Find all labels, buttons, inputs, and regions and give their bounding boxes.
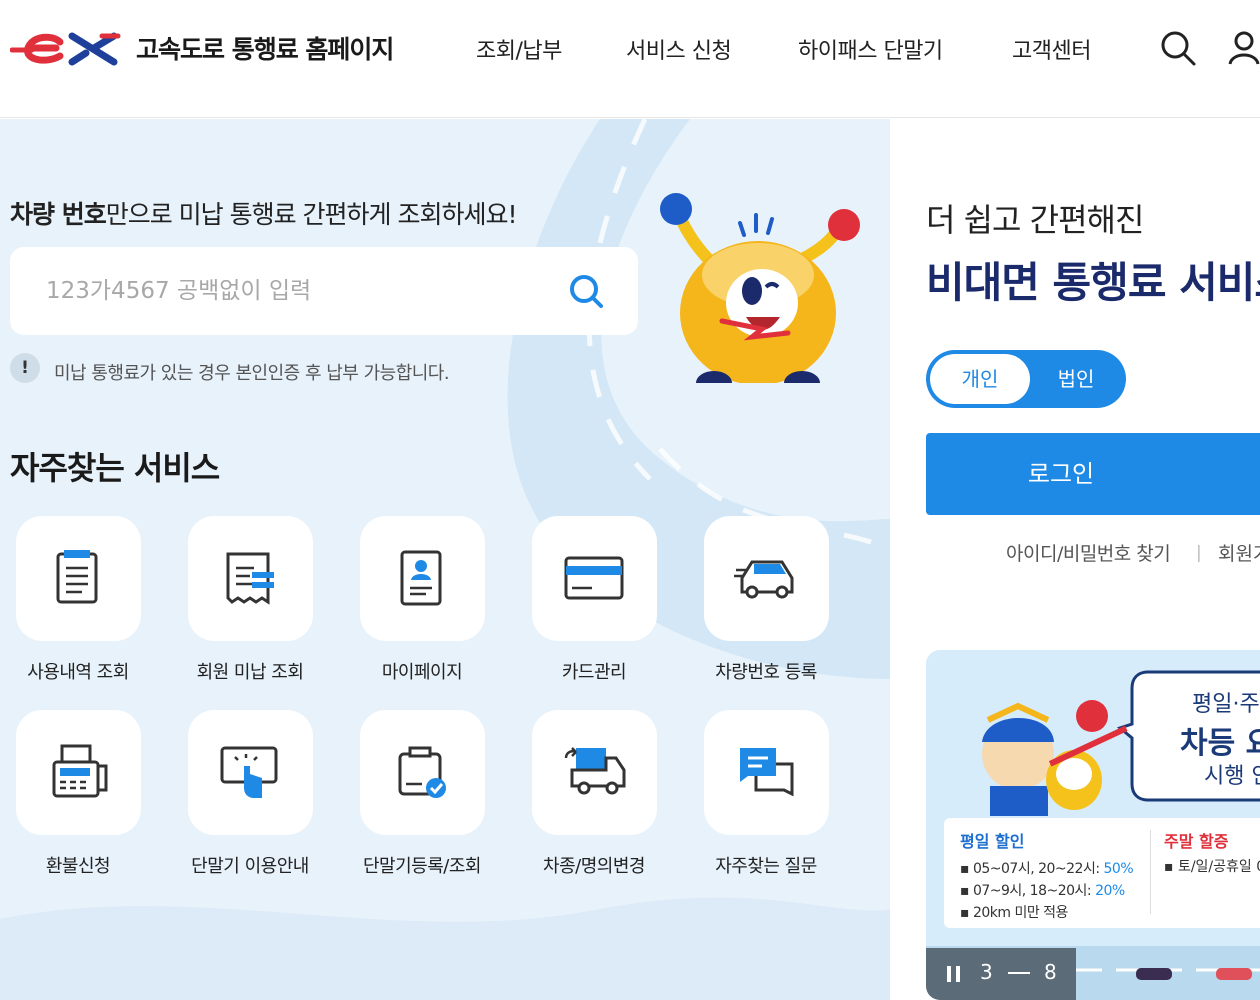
mascot-illustration	[660, 193, 860, 383]
login-subtitle: 더 쉽고 간편해진	[926, 201, 1144, 239]
weekday-line1: ▪ 05~07시, 20~22시: 50%	[960, 861, 1134, 877]
service-tile[interactable]	[360, 710, 485, 835]
service-mypage[interactable]: 마이페이지	[344, 516, 504, 706]
plate-number-input[interactable]	[46, 273, 546, 309]
banner-discount-card: 평일 할인 ▪ 05~07시, 20~22시: 50% ▪ 07~9시, 18~…	[944, 818, 1260, 928]
toggle-personal[interactable]: 개인	[930, 354, 1030, 404]
service-label: 단말기등록/조회	[363, 856, 481, 877]
service-tile[interactable]	[532, 710, 657, 835]
login-panel: 더 쉽고 간편해진 비대면 통행료 서비스 개인 법인 로그인 아이디/비밀번호…	[890, 119, 1260, 1000]
weekend-line1-text: 토/일/공휴일 0	[1177, 859, 1260, 875]
touch-screen-icon	[220, 746, 278, 798]
weekday-discount-title: 평일 할인	[960, 832, 1025, 851]
service-label: 환불신청	[45, 856, 111, 877]
notice-icon: !	[10, 353, 40, 383]
nav-customer-center[interactable]: 고객센터	[1012, 33, 1091, 65]
service-tile[interactable]	[16, 516, 141, 641]
service-card-management[interactable]: 카드관리	[516, 516, 676, 706]
service-label: 자주찾는 질문	[715, 856, 817, 877]
service-member-unpaid[interactable]: 회원 미납 조회	[172, 516, 332, 706]
chat-icon	[740, 748, 794, 797]
service-label: 단말기 이용안내	[191, 856, 309, 877]
ex-logo[interactable]	[10, 28, 122, 68]
service-label: 카드관리	[561, 662, 627, 683]
user-icon[interactable]	[1226, 28, 1260, 68]
fax-icon	[52, 744, 108, 798]
service-device-guide[interactable]: 단말기 이용안내	[172, 710, 332, 900]
banner-current-page: 3	[980, 960, 993, 984]
service-tile[interactable]	[704, 710, 829, 835]
service-refund[interactable]: 환불신청	[0, 710, 160, 900]
car-icon	[734, 560, 794, 599]
weekday-line3-text: 20km 미만 적용	[972, 905, 1068, 921]
search-title-bold: 차량 번호	[10, 200, 107, 229]
plate-search-box	[10, 247, 638, 335]
service-tile[interactable]	[188, 710, 313, 835]
banner-total-pages: 8	[1044, 960, 1057, 984]
service-usage-history[interactable]: 사용내역 조회	[0, 516, 160, 706]
card-icon	[564, 556, 624, 600]
banner-bubble-line1: 평일·주말	[1192, 692, 1260, 717]
service-tile[interactable]	[704, 516, 829, 641]
service-tile[interactable]	[188, 516, 313, 641]
weekday-line2-text: 07~9시, 18~20시:	[972, 883, 1096, 899]
weekday-line3: ▪ 20km 미만 적용	[960, 905, 1068, 921]
receipt-icon	[226, 552, 274, 605]
weekday-line2-value: 20%	[1095, 883, 1125, 899]
unpaid-search-panel: 차량 번호만으로 미납 통행료 간편하게 조회하세요! ! 미납 통행료가 있는…	[0, 119, 890, 1000]
device-check-icon	[398, 746, 446, 798]
site-title[interactable]: 고속도로 통행료 홈페이지	[136, 30, 394, 66]
service-label: 사용내역 조회	[27, 662, 129, 683]
service-label: 차량번호 등록	[715, 662, 817, 683]
nav-hipass-device[interactable]: 하이패스 단말기	[798, 33, 943, 65]
banner-bubble-line3: 시행 안내	[1204, 764, 1260, 789]
login-button-label: 로그인	[1027, 460, 1095, 488]
service-label: 마이페이지	[381, 662, 463, 683]
frequent-services-title: 자주찾는 서비스	[10, 449, 220, 487]
login-button[interactable]: 로그인	[926, 433, 1260, 515]
truck-icon	[564, 747, 626, 795]
service-label: 차종/명의변경	[543, 856, 645, 877]
service-vehicle-owner-change[interactable]: 차종/명의변경	[516, 710, 676, 900]
search-button-icon[interactable]	[566, 271, 606, 311]
service-faq[interactable]: 자주찾는 질문	[688, 710, 848, 900]
service-tile[interactable]	[532, 516, 657, 641]
nav-service-request[interactable]: 서비스 신청	[626, 33, 732, 65]
search-title: 차량 번호만으로 미납 통행료 간편하게 조회하세요!	[10, 195, 518, 231]
weekday-line1-text: 05~07시, 20~22시:	[972, 861, 1104, 877]
weekend-surcharge-title: 주말 할증	[1164, 832, 1229, 851]
service-device-register[interactable]: 단말기등록/조회	[344, 710, 504, 900]
service-tile[interactable]	[16, 710, 141, 835]
site-header: 고속도로 통행료 홈페이지 조회/납부 서비스 신청 하이패스 단말기 고객센터	[0, 0, 1260, 118]
banner-page-separator	[1008, 972, 1030, 974]
weekday-line2: ▪ 07~9시, 18~20시: 20%	[960, 883, 1125, 899]
service-vehicle-register[interactable]: 차량번호 등록	[688, 516, 848, 706]
link-divider: |	[1196, 543, 1202, 563]
document-list-icon	[56, 550, 98, 604]
nav-inquiry-payment[interactable]: 조회/납부	[476, 33, 562, 65]
service-label: 회원 미납 조회	[196, 662, 304, 683]
banner-card-divider	[1150, 830, 1151, 914]
toggle-corporate[interactable]: 법인	[1030, 354, 1122, 404]
service-tile[interactable]	[360, 516, 485, 641]
promo-banner[interactable]: 평일·주말 차등 요금 시행 안내 평일 할인 ▪ 05~07시, 20~22시…	[926, 650, 1260, 1000]
member-type-toggle[interactable]: 개인 법인	[926, 350, 1126, 408]
search-title-rest: 만으로 미납 통행료 간편하게 조회하세요!	[105, 200, 518, 229]
profile-icon	[400, 550, 442, 606]
weekday-line1-value: 50%	[1103, 861, 1134, 877]
notice-text: 미납 통행료가 있는 경우 본인인증 후 납부 가능합니다.	[54, 363, 450, 384]
banner-bubble-line2: 차등 요금	[1180, 726, 1260, 761]
banner-controls: 3 8	[926, 948, 1076, 1000]
search-icon[interactable]	[1158, 28, 1198, 68]
find-id-password-link[interactable]: 아이디/비밀번호 찾기	[1006, 539, 1171, 566]
join-link[interactable]: 회원가입	[1218, 539, 1260, 566]
pause-icon[interactable]	[944, 964, 964, 984]
login-title: 비대면 통행료 서비스	[926, 258, 1260, 307]
weekend-line1: ▪ 토/일/공휴일 0	[1164, 856, 1260, 876]
